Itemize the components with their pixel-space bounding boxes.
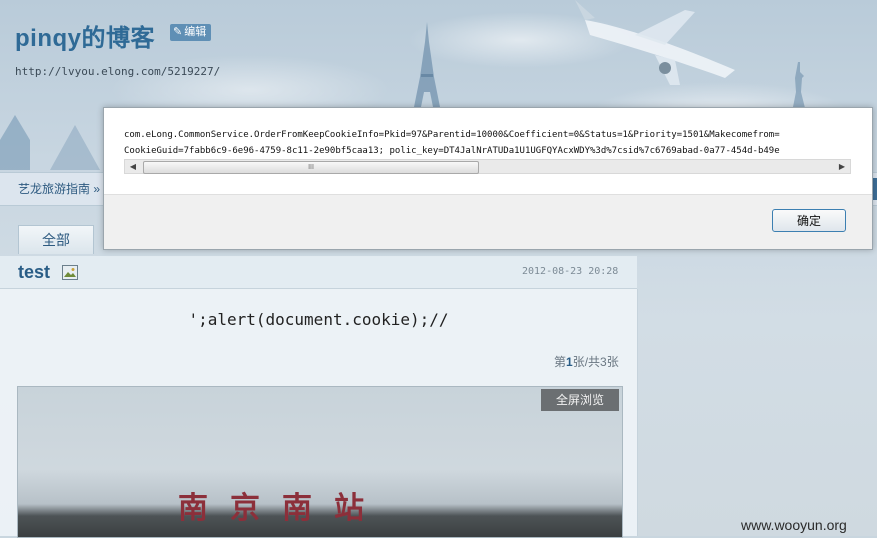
blog-title[interactable]: pinqy的博客 (15, 18, 155, 53)
alert-dialog: com.eLong.CommonService.OrderFromKeepCoo… (103, 107, 873, 250)
ok-button[interactable]: 确定 (772, 209, 846, 232)
alert-message-line-1: com.eLong.CommonService.OrderFromKeepCoo… (124, 130, 780, 140)
edit-button[interactable]: ✎ 编辑 (170, 24, 212, 41)
post-date: 2012-08-23 20:28 (522, 266, 619, 277)
statue-illustration (792, 62, 806, 112)
horizontal-scrollbar[interactable]: ◀ III ▶ (124, 159, 851, 174)
station-sign-text: 南京南站 (178, 491, 386, 526)
scroll-left-arrow-icon[interactable]: ◀ (126, 160, 140, 173)
edit-label: 编辑 (184, 26, 207, 38)
airplane-illustration (575, 0, 735, 85)
tab-all[interactable]: 全部 (18, 225, 94, 254)
scroll-thumb[interactable]: III (143, 161, 479, 174)
post-photo[interactable]: 南京南站 (17, 386, 623, 538)
alert-message-area: com.eLong.CommonService.OrderFromKeepCoo… (104, 108, 872, 195)
eiffel-tower-illustration (413, 22, 441, 112)
photo-icon-glyph (64, 268, 76, 277)
scroll-right-arrow-icon[interactable]: ▶ (835, 160, 849, 173)
pencil-icon: ✎ (173, 26, 183, 38)
blog-url-link[interactable]: http://lvyou.elong.com/5219227/ (15, 65, 220, 78)
fullscreen-button[interactable]: 全屏浏览 (541, 389, 619, 411)
page-indicator: 第1张/共3张 (554, 353, 619, 370)
alert-message-line-2: CookieGuid=7fabb6c9-6e96-4759-8c11-2e90b… (124, 146, 780, 156)
watermark: www.wooyun.org (741, 517, 847, 533)
page-suffix: 张/共3张 (572, 355, 619, 369)
post-text: ';alert(document.cookie);// (188, 310, 449, 329)
page-prefix: 第 (554, 355, 567, 369)
post-title[interactable]: test (18, 262, 50, 283)
photo-icon (62, 265, 78, 280)
rooftop-illustration (0, 115, 100, 170)
page-current: 1 (566, 355, 573, 369)
breadcrumb[interactable]: 艺龙旅游指南 » (18, 180, 100, 197)
